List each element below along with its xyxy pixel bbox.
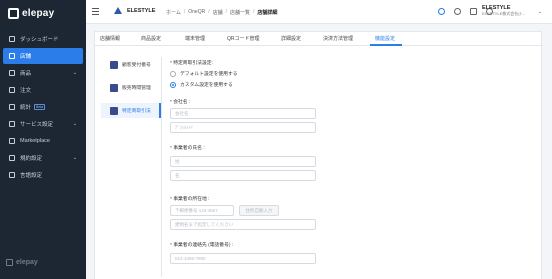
- radio-unchecked-icon: [170, 70, 176, 77]
- elepay-footer-icon: [6, 259, 13, 266]
- chevron-down-icon: ⌄: [72, 70, 77, 76]
- active-tab-indicator: [370, 44, 402, 46]
- sidebar-nav: ダッシュボード 店舗 商品 ⌄ 注文 統計 Beta サービス設定 ⌄ Mark…: [0, 31, 86, 184]
- company-name-input[interactable]: 会社名: [170, 108, 316, 119]
- subnav-label: 特定商取引法: [122, 109, 151, 114]
- topbar: ELESTYLE ホーム / OneQR / 店舗 / 店舗一覧 / 店舗詳細 ELES…: [86, 0, 552, 24]
- sidebar-item-order[interactable]: 注文: [3, 82, 83, 98]
- menu-toggle-icon[interactable]: [92, 8, 99, 15]
- subnav-customer-number[interactable]: 顧客受付番号: [101, 57, 161, 72]
- first-name-input[interactable]: 名: [170, 170, 316, 181]
- download-icon[interactable]: [470, 8, 477, 15]
- tab-qr-management[interactable]: QRコード管理: [227, 35, 260, 42]
- radio-label: デフォルト設定を使用する: [180, 72, 238, 77]
- marketplace-icon: [9, 138, 15, 144]
- sidebar-item-label: 言語設定: [20, 173, 43, 179]
- sidebar-footer-logo: elepay: [6, 259, 38, 266]
- sidebar-item-label: 店舗: [20, 54, 32, 60]
- sidebar: elepay ダッシュボード 店舗 商品 ⌄ 注文 統計 Beta サービス設定…: [0, 0, 86, 279]
- sidebar-item-service-settings[interactable]: サービス設定 ⌄: [3, 116, 83, 132]
- radio-label: カスタム設定を使用する: [180, 83, 233, 88]
- dashboard-icon: [9, 36, 15, 42]
- sidebar-item-label: 商品: [20, 71, 32, 77]
- breadcrumb-store[interactable]: 店舗: [213, 9, 223, 16]
- address-input[interactable]: 建物名まで指定してください: [170, 219, 316, 230]
- subnav-divider: [161, 57, 162, 277]
- sidebar-item-label: サービス設定: [20, 122, 54, 128]
- sidebar-item-product[interactable]: 商品 ⌄: [3, 65, 83, 81]
- language-icon: [9, 172, 15, 178]
- phone-label: * 事業者の連絡先 (電話番号) :: [170, 243, 234, 248]
- logo-text: elepay: [22, 7, 55, 19]
- tab-feature-settings[interactable]: 機能設定: [375, 35, 395, 42]
- tab-detail-settings[interactable]: 詳細設定: [281, 35, 301, 42]
- elepay-logo[interactable]: elepay: [8, 6, 54, 20]
- sidebar-item-store[interactable]: 店舗: [3, 48, 83, 64]
- address-label: * 事業者の所在地 :: [170, 197, 210, 202]
- content-card: 店舗情報 商品設定 端末管理 QRコード管理 詳細設定 決済方法管理 機能設定 …: [94, 31, 543, 279]
- tab-product-settings[interactable]: 商品設定: [141, 35, 161, 42]
- account-company: ELESTYLE株式会社(ﾃ...: [482, 11, 525, 16]
- chevron-down-icon: ⌄: [72, 121, 77, 127]
- chevron-down-icon: ⌄: [537, 9, 542, 15]
- product-icon: [9, 70, 15, 76]
- radio-checked-icon: [170, 81, 176, 88]
- company-kana-input[interactable]: ﾃﾞﾌｫﾙﾄﾒｲ: [170, 122, 316, 133]
- breadcrumb-store-list[interactable]: 店舗一覧: [230, 9, 250, 16]
- sidebar-item-dashboard[interactable]: ダッシュボード: [3, 31, 83, 47]
- postal-code-input[interactable]: 〒郵便番号 123-4567: [170, 205, 234, 216]
- elestyle-logo-icon: [114, 7, 122, 14]
- sidebar-item-terms[interactable]: 規約設定 ⌄: [3, 150, 83, 166]
- elepay-logo-icon: [8, 7, 19, 19]
- feature-subnav: 顧客受付番号 販売時間管理 特定商取引法: [101, 57, 161, 126]
- tab-bar: 店舗情報 商品設定 端末管理 QRコード管理 詳細設定 決済方法管理 機能設定: [95, 32, 543, 46]
- help-icon[interactable]: [438, 8, 445, 15]
- breadcrumb-home[interactable]: ホーム: [166, 9, 181, 16]
- beta-badge: Beta: [34, 104, 46, 110]
- clock-icon[interactable]: [454, 8, 461, 15]
- tab-payment-methods[interactable]: 決済方法管理: [323, 35, 353, 42]
- tab-store-info[interactable]: 店舗情報: [100, 35, 120, 42]
- sidebar-item-label: 規約設定: [20, 156, 43, 162]
- subnav-sales-hours[interactable]: 販売時間管理: [101, 80, 161, 95]
- manager-name-label: * 事業者の氏名 :: [170, 146, 205, 151]
- breadcrumb-oneqr[interactable]: OneQR: [188, 9, 205, 16]
- service-settings-icon: [9, 121, 15, 127]
- brand[interactable]: ELESTYLE: [114, 7, 155, 14]
- sidebar-item-marketplace[interactable]: Marketplace: [3, 133, 83, 149]
- subnav-commercial-law[interactable]: 特定商取引法: [101, 103, 161, 118]
- section-label: * 特定商取引法設定:: [170, 61, 213, 66]
- chevron-down-icon: ⌄: [72, 155, 77, 161]
- sidebar-item-language[interactable]: 言語設定: [3, 167, 83, 183]
- sidebar-item-label: Marketplace: [20, 138, 50, 144]
- breadcrumb: ホーム / OneQR / 店舗 / 店舗一覧 / 店舗詳細: [166, 9, 278, 16]
- subnav-label: 顧客受付番号: [122, 63, 151, 68]
- tab-terminal-management[interactable]: 端末管理: [185, 35, 205, 42]
- order-icon: [9, 87, 15, 93]
- last-name-input[interactable]: 姓: [170, 156, 316, 167]
- subnav-label: 販売時間管理: [122, 86, 151, 91]
- sidebar-item-label: 注文: [20, 88, 32, 94]
- radio-default-settings[interactable]: デフォルト設定を使用する: [170, 70, 238, 77]
- footer-logo-text: elepay: [16, 259, 38, 266]
- breadcrumb-current: 店舗詳細: [257, 10, 278, 16]
- address-autofill-button[interactable]: 住所自動入力: [239, 205, 279, 216]
- phone-input[interactable]: 012-3456-7890: [170, 253, 316, 264]
- sales-hours-icon: [110, 83, 118, 92]
- sidebar-item-label: 統計: [20, 105, 32, 111]
- account-menu[interactable]: ELESTYLE ELESTYLE株式会社(ﾃ... ⌄: [482, 5, 544, 17]
- stats-icon: [9, 104, 15, 110]
- sidebar-item-stats[interactable]: 統計 Beta: [3, 99, 83, 115]
- commercial-law-icon: [110, 106, 118, 115]
- brand-name: ELESTYLE: [127, 7, 156, 14]
- terms-icon: [9, 155, 15, 161]
- sidebar-item-label: ダッシュボード: [20, 37, 59, 43]
- radio-custom-settings[interactable]: カスタム設定を使用する: [170, 81, 233, 88]
- company-label: * 会社名 :: [170, 100, 191, 105]
- store-icon: [9, 53, 15, 59]
- customer-number-icon: [110, 60, 118, 69]
